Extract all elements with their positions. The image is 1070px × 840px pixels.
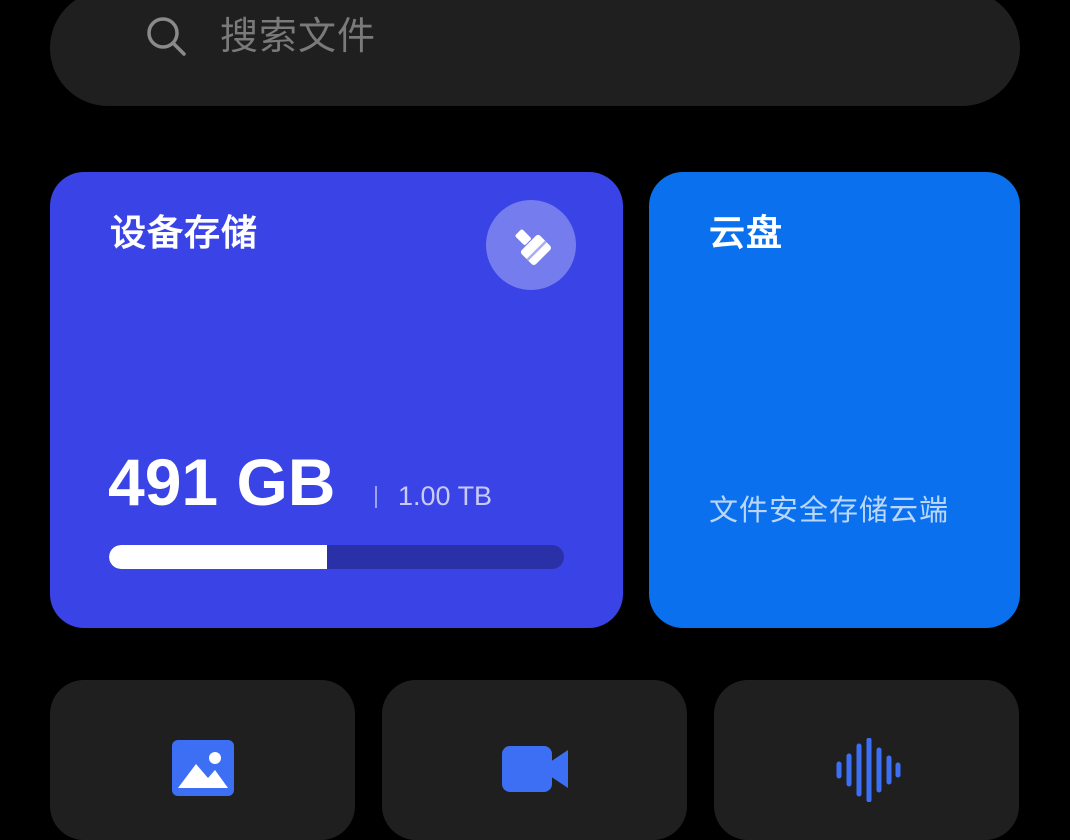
device-storage-card[interactable]: 设备存储 491 GB 1.00 TB: [50, 172, 623, 628]
category-audio[interactable]: [714, 680, 1019, 840]
cloud-card[interactable]: 云盘 文件安全存储云端: [649, 172, 1020, 628]
cloud-title: 云盘: [709, 213, 784, 254]
storage-progress-bar: [109, 545, 564, 569]
device-storage-title: 设备存储: [110, 213, 259, 254]
cloud-description: 文件安全存储云端: [709, 493, 950, 527]
category-videos[interactable]: [382, 680, 687, 840]
category-images[interactable]: [50, 680, 355, 840]
search-bar[interactable]: 搜索文件: [50, 0, 1020, 106]
broom-icon: [515, 229, 551, 265]
image-icon: [171, 740, 234, 796]
search-icon: [147, 17, 186, 56]
value-divider: [375, 486, 377, 508]
storage-used-value: 491 GB: [108, 445, 336, 519]
search-input[interactable]: 搜索文件: [220, 10, 376, 62]
storage-total-value: 1.00 TB: [398, 481, 493, 511]
clean-button[interactable]: [486, 200, 576, 290]
video-camera-icon: [501, 746, 568, 792]
storage-progress-fill: [109, 545, 327, 569]
audio-waveform-icon: [836, 738, 900, 802]
